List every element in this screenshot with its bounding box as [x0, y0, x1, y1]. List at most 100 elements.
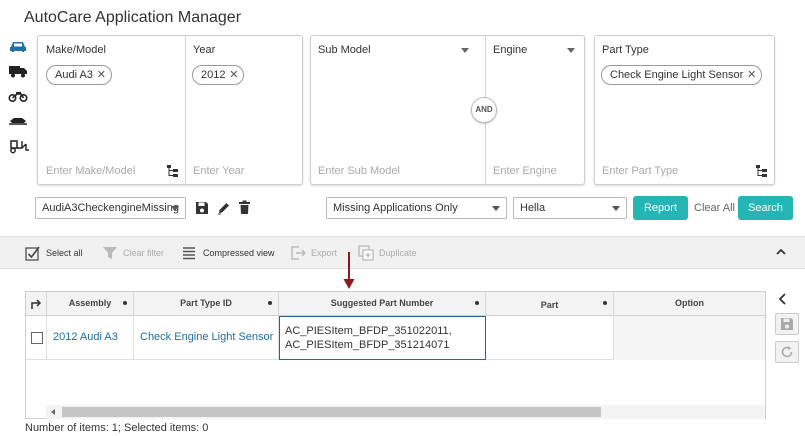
scrollbar-thumb[interactable] [62, 407, 601, 417]
saved-search-value: AudiA3CheckengineMissing [42, 202, 179, 214]
col-header-label: Suggested Part Number [330, 298, 434, 308]
part-type-label: Part Type [602, 44, 649, 56]
compressed-view-icon [183, 247, 195, 260]
edit-icon[interactable] [217, 201, 231, 215]
truck-icon[interactable] [8, 63, 30, 81]
table-row[interactable]: 2012 Audi A3 Check Engine Light Sensor A… [26, 316, 765, 360]
side-save-button[interactable] [775, 313, 799, 335]
row-checkbox[interactable] [31, 332, 43, 344]
col-header-part-type-id[interactable]: Part Type ID [134, 292, 279, 316]
clear-filter-label: Clear filter [123, 248, 165, 258]
submodel-engine-panel: Sub Model Enter Sub Model Engine Enter E… [310, 35, 585, 185]
refresh-icon [781, 346, 793, 358]
col-header-label: Option [675, 298, 704, 308]
select-all-button[interactable]: Select all [25, 245, 83, 261]
part-type-chip-text: Check Engine Light Sensor [610, 69, 744, 81]
search-button[interactable]: Search [738, 196, 793, 220]
row-checkbox-cell[interactable] [26, 316, 47, 360]
and-operator-badge[interactable]: AND [471, 97, 497, 123]
make-model-label: Make/Model [46, 44, 106, 56]
export-label: Export [311, 248, 338, 258]
sub-model-input[interactable]: Enter Sub Model [318, 165, 400, 177]
app-title: AutoCare Application Manager [24, 9, 242, 26]
grid-toolbar: Select all Clear filter Compressed view … [0, 236, 805, 269]
column-menu-icon[interactable] [603, 301, 607, 305]
compressed-view-button[interactable]: Compressed view [182, 245, 275, 261]
applications-filter-select[interactable]: Missing Applications Only [326, 197, 507, 219]
make-model-chip[interactable]: Audi A3 ✕ [46, 65, 112, 85]
year-label: Year [193, 44, 216, 56]
applications-grid: Assembly Part Type ID Suggested Part Num… [25, 291, 766, 419]
report-button[interactable]: Report [633, 196, 688, 220]
panel-divider [185, 36, 186, 184]
save-icon[interactable] [195, 201, 209, 215]
suggested-part-number-cell[interactable]: AC_PIESItem_BFDP_351022011, AC_PIESItem_… [279, 316, 486, 360]
make-model-chip-text: Audi A3 [55, 69, 93, 81]
col-header-suggested-part-number[interactable]: Suggested Part Number [279, 292, 486, 316]
close-icon[interactable]: ✕ [97, 66, 106, 84]
close-icon[interactable]: ✕ [747, 66, 756, 84]
brand-value: Hella [520, 202, 546, 214]
chevron-left-icon[interactable] [776, 292, 792, 306]
part-cell[interactable] [486, 316, 614, 360]
export-icon [291, 246, 306, 260]
column-menu-icon[interactable] [268, 301, 272, 305]
filter-icon [103, 247, 117, 259]
clear-all-button[interactable]: Clear All [694, 202, 735, 214]
part-type-input[interactable]: Enter Part Type [602, 165, 678, 177]
collapse-chevron-icon[interactable] [775, 247, 787, 257]
status-text: Number of items: 1; Selected items: 0 [25, 422, 209, 434]
horizontal-scrollbar[interactable] [46, 405, 765, 419]
suggested-part-number-1: AC_PIESItem_BFDP_351022011, [285, 325, 452, 337]
close-icon[interactable]: ✕ [229, 66, 238, 84]
sub-model-label: Sub Model [318, 44, 371, 56]
duplicate-icon [358, 245, 374, 261]
brand-select[interactable]: Hella [513, 197, 627, 219]
year-input[interactable]: Enter Year [193, 165, 244, 177]
annotation-arrow-icon [343, 252, 355, 290]
year-chip[interactable]: 2012 ✕ [192, 65, 245, 85]
engine-dropdown-icon[interactable] [567, 48, 575, 53]
tree-view-icon[interactable] [166, 164, 180, 178]
select-all-icon [25, 246, 40, 261]
row-selector-header[interactable] [26, 292, 47, 316]
scroll-left-icon[interactable] [51, 409, 55, 415]
reply-arrow-icon [31, 299, 42, 309]
assembly-cell[interactable]: 2012 Audi A3 [47, 316, 134, 360]
assembly-link[interactable]: 2012 Audi A3 [53, 331, 118, 343]
make-model-input[interactable]: Enter Make/Model [46, 165, 135, 177]
part-type-panel: Part Type Check Engine Light Sensor ✕ En… [594, 35, 775, 185]
column-menu-icon[interactable] [475, 301, 479, 305]
equipment-icon[interactable] [8, 138, 30, 156]
car-icon[interactable] [8, 38, 30, 56]
option-cell[interactable] [614, 316, 765, 360]
saved-search-select[interactable]: AudiA3CheckengineMissing [35, 197, 186, 219]
tree-view-icon[interactable] [755, 164, 769, 178]
duplicate-label: Duplicate [379, 248, 417, 258]
export-button[interactable]: Export [290, 245, 337, 261]
trash-icon[interactable] [238, 200, 251, 215]
part-type-id-cell[interactable]: Check Engine Light Sensor [134, 316, 279, 360]
year-chip-text: 2012 [201, 69, 226, 81]
col-header-label: Assembly [68, 298, 112, 308]
side-refresh-button[interactable] [775, 341, 799, 363]
part-type-id-link[interactable]: Check Engine Light Sensor [140, 331, 273, 343]
make-year-panel: Make/Model Audi A3 ✕ Enter Make/Model Ye… [37, 35, 303, 185]
chevron-down-icon [612, 206, 620, 211]
col-header-option[interactable]: Option [614, 292, 765, 316]
compressed-view-label: Compressed view [203, 248, 275, 258]
engine-input[interactable]: Enter Engine [493, 165, 557, 177]
col-header-assembly[interactable]: Assembly [47, 292, 134, 316]
engine-label: Engine [493, 44, 528, 56]
snowmobile-icon[interactable] [8, 112, 30, 130]
duplicate-button[interactable]: Duplicate [358, 245, 417, 261]
col-header-part[interactable]: Part [486, 292, 614, 316]
column-menu-icon[interactable] [123, 301, 127, 305]
select-all-label: Select all [46, 248, 83, 258]
motorcycle-icon[interactable] [8, 88, 30, 106]
sub-model-dropdown-icon[interactable] [461, 48, 469, 53]
part-type-chip[interactable]: Check Engine Light Sensor ✕ [601, 65, 763, 85]
grid-header: Assembly Part Type ID Suggested Part Num… [26, 292, 765, 316]
save-icon [781, 318, 793, 330]
clear-filter-button[interactable]: Clear filter [102, 245, 164, 261]
